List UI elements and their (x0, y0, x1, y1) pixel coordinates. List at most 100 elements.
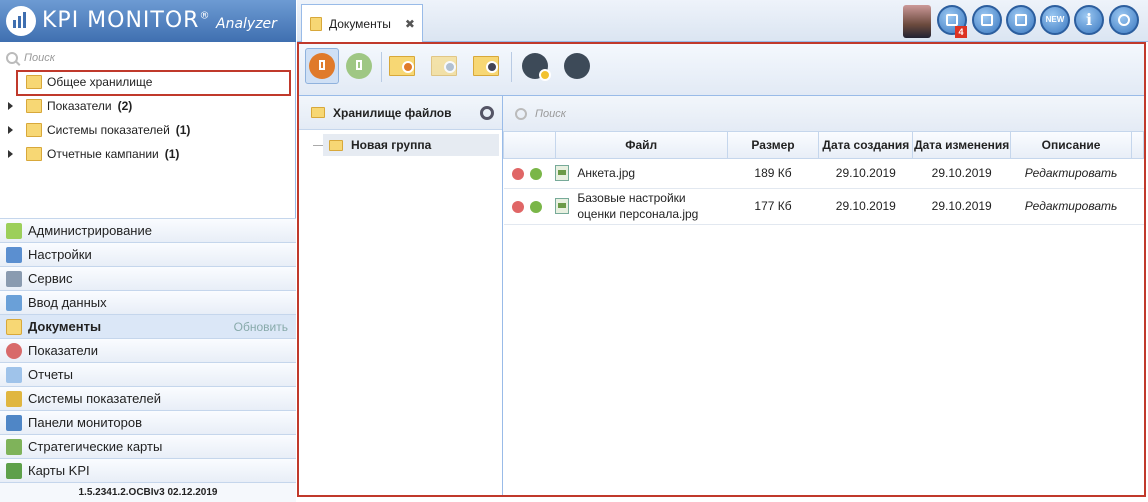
folder-refresh-icon (473, 56, 499, 76)
file-name[interactable]: Базовые настройки оценки персонала.jpg (577, 190, 698, 222)
file-search-placeholder: Поиск (535, 107, 566, 120)
sync-button[interactable] (561, 50, 593, 82)
file-storage-panel: Хранилище файлов Новая группа (299, 96, 503, 495)
column-header-file[interactable]: Файл (554, 132, 728, 159)
sidebar-search-input[interactable]: Поиск (6, 50, 286, 66)
created-date: 29.10.2019 (818, 188, 913, 225)
sidebar-item-label: Ввод данных (28, 295, 107, 310)
sidebar-item-documents[interactable]: Документы Обновить (0, 314, 296, 338)
download-button[interactable] (343, 50, 375, 82)
refresh-link[interactable]: Обновить (234, 320, 288, 334)
hierarchy-icon (6, 390, 22, 407)
sidebar-item-data-entry[interactable]: Ввод данных (0, 290, 296, 314)
documents-panel: Хранилище файлов Новая группа Поиск Файл… (297, 42, 1146, 497)
table-header-row: Файл Размер Дата создания Дата изменения… (503, 132, 1144, 159)
sync-icon (564, 53, 590, 79)
sidebar-item-reports[interactable]: Отчеты (0, 362, 296, 386)
dashboard-icon (6, 414, 22, 431)
column-header-created[interactable]: Дата создания (818, 132, 914, 159)
download-icon (346, 53, 372, 79)
info-icon: i (1085, 10, 1093, 29)
column-header-size[interactable]: Размер (726, 132, 820, 159)
notification-count-badge: 4 (955, 26, 967, 38)
edit-folder-button[interactable] (429, 50, 461, 82)
tree-item-count: (1) (164, 147, 180, 161)
folder-icon (311, 107, 325, 118)
tree-item-general-storage[interactable]: Общее хранилище (0, 70, 296, 96)
version-label: 1.5.2341.2.OCBIv3 02.12.2019 (0, 482, 296, 502)
info-button[interactable]: i (1074, 5, 1104, 35)
tree-item-indicator-systems[interactable]: Системы показателей (1) (0, 118, 296, 142)
tree-item-count: (2) (117, 99, 133, 113)
tree-item-label: Показатели (47, 99, 112, 113)
folder-icon (329, 139, 343, 151)
edit-description-link[interactable]: Редактировать (1010, 158, 1132, 189)
sidebar-item-label: Стратегические карты (28, 439, 163, 454)
delete-icon[interactable] (511, 167, 524, 180)
file-name-line1: Базовые настройки (577, 191, 686, 205)
tree-item-label: Отчетные кампании (47, 147, 159, 161)
file-list-panel: Поиск Файл Размер Дата создания Дата изм… (503, 96, 1144, 495)
sidebar-item-indicators[interactable]: Показатели (0, 338, 296, 362)
kpi-card-icon (6, 462, 22, 479)
tree-item-new-group[interactable]: Новая группа (323, 134, 499, 156)
created-date: 29.10.2019 (818, 158, 913, 189)
table-row: Базовые настройки оценки персонала.jpg 17… (503, 188, 1144, 225)
upload-button[interactable] (305, 48, 339, 84)
column-header-modified[interactable]: Дата изменения (912, 132, 1012, 159)
sidebar-item-kpi-cards[interactable]: Карты KPI (0, 458, 296, 482)
tree-item-indicators[interactable]: Показатели (2) (0, 94, 296, 118)
modified-date: 29.10.2019 (912, 158, 1011, 189)
column-header-description[interactable]: Описание (1010, 132, 1132, 159)
calendar-folder-icon (26, 147, 42, 161)
sidebar-item-strategy-maps[interactable]: Стратегические карты (0, 434, 296, 458)
folder-add-icon (389, 56, 415, 76)
sidebar-item-label: Карты KPI (28, 463, 90, 478)
user-avatar[interactable] (903, 5, 931, 38)
settings-icon (6, 246, 22, 263)
sidebar-item-monitor-panels[interactable]: Панели мониторов (0, 410, 296, 434)
sidebar-item-label: Сервис (28, 271, 73, 286)
refresh-folder-button[interactable] (471, 50, 503, 82)
tree-item-reporting-campaigns[interactable]: Отчетные кампании (1) (0, 142, 296, 166)
add-folder-button[interactable] (387, 50, 419, 82)
folder-edit-icon (431, 56, 457, 76)
download-icon[interactable] (529, 200, 542, 213)
close-tab-icon[interactable]: ✖ (405, 17, 415, 31)
expand-arrow-icon[interactable] (8, 150, 13, 158)
expand-arrow-icon[interactable] (8, 126, 13, 134)
tree-item-count: (1) (175, 123, 191, 137)
modified-date: 29.10.2019 (912, 188, 1011, 225)
sidebar-search-placeholder: Поиск (24, 52, 55, 64)
expand-arrow-icon[interactable] (8, 102, 13, 110)
download-icon[interactable] (529, 167, 542, 180)
tools-icon (6, 270, 22, 287)
refresh-icon[interactable] (480, 105, 494, 120)
sidebar-item-settings[interactable]: Настройки (0, 242, 296, 266)
edit-description-link[interactable]: Редактировать (1010, 188, 1132, 225)
grid-icon (981, 14, 993, 26)
delete-icon[interactable] (511, 200, 524, 213)
quick-sync-button[interactable] (519, 50, 551, 82)
files-table: Файл Размер Дата создания Дата изменения… (503, 132, 1144, 225)
tab-documents[interactable]: Документы ✖ (301, 4, 423, 42)
documents-toolbar (299, 44, 1144, 96)
file-search-input[interactable]: Поиск (503, 96, 1144, 132)
sidebar-item-indicator-systems[interactable]: Системы показателей (0, 386, 296, 410)
search-icon (6, 52, 18, 64)
file-name[interactable]: Анкета.jpg (577, 166, 635, 180)
brand-name: KPI MONITOR (42, 8, 200, 33)
sidebar-item-label: Администрирование (28, 223, 152, 238)
file-storage-title: Хранилище файлов (333, 105, 452, 120)
table-view-button[interactable] (972, 5, 1002, 35)
sidebar-item-administration[interactable]: Администрирование (0, 218, 296, 242)
calendar-button[interactable] (1006, 5, 1036, 35)
data-entry-icon (6, 294, 22, 311)
hierarchy-folder-icon (26, 123, 42, 137)
sidebar-item-service[interactable]: Сервис (0, 266, 296, 290)
sidebar-item-label: Системы показателей (28, 391, 161, 406)
power-button[interactable] (1109, 5, 1139, 35)
documents-icon (6, 318, 22, 335)
list-icon (946, 14, 958, 26)
whats-new-button[interactable]: NEW (1040, 5, 1070, 35)
